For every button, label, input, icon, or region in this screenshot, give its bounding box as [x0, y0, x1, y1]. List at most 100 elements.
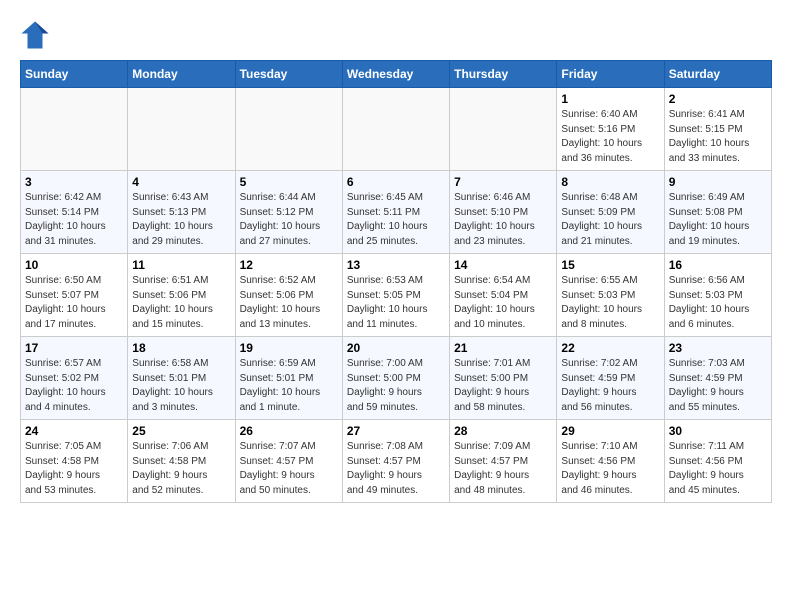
- day-info: Sunrise: 7:10 AM Sunset: 4:56 PM Dayligh…: [561, 440, 659, 498]
- day-info: Sunrise: 6:54 AM Sunset: 5:04 PM Dayligh…: [454, 274, 552, 332]
- calendar-cell: 15 Sunrise: 6:55 AM Sunset: 5:03 PM Dayli…: [557, 254, 664, 337]
- day-number: 2: [669, 92, 767, 106]
- calendar-cell: 30Sunrise: 7:11 AM Sunset: 4:56 PM Dayli…: [664, 420, 771, 503]
- calendar-cell: [235, 88, 342, 171]
- day-info: Sunrise: 6:46 AM Sunset: 5:10 PM Dayligh…: [454, 191, 552, 249]
- day-info: Sunrise: 6:50 AM Sunset: 5:07 PM Dayligh…: [25, 274, 123, 332]
- calendar-cell: [128, 88, 235, 171]
- calendar-cell: 4 Sunrise: 6:43 AM Sunset: 5:13 PM Daylig…: [128, 171, 235, 254]
- logo-icon: [20, 20, 50, 50]
- calendar-cell: 6 Sunrise: 6:45 AM Sunset: 5:11 PM Daylig…: [342, 171, 449, 254]
- calendar-cell: 28 Sunrise: 7:09 AM Sunset: 4:57 PM Dayli…: [450, 420, 557, 503]
- day-number: 8: [561, 175, 659, 189]
- calendar-cell: 20Sunrise: 7:00 AM Sunset: 5:00 PM Dayli…: [342, 337, 449, 420]
- day-info: Sunrise: 6:48 AM Sunset: 5:09 PM Dayligh…: [561, 191, 659, 249]
- day-info: Sunrise: 6:40 AM Sunset: 5:16 PM Dayligh…: [561, 108, 659, 166]
- calendar-cell: 2 Sunrise: 6:41 AM Sunset: 5:15 PM Daylig…: [664, 88, 771, 171]
- day-number: 14: [454, 258, 552, 272]
- logo: [20, 20, 54, 50]
- day-number: 16: [669, 258, 767, 272]
- calendar-cell: 21 Sunrise: 7:01 AM Sunset: 5:00 PM Dayli…: [450, 337, 557, 420]
- calendar-week-row: 3 Sunrise: 6:42 AM Sunset: 5:14 PM Daylig…: [21, 171, 772, 254]
- calendar-cell: 17 Sunrise: 6:57 AM Sunset: 5:02 PM Dayli…: [21, 337, 128, 420]
- day-number: 22: [561, 341, 659, 355]
- weekday-header-monday: Monday: [128, 61, 235, 88]
- weekday-header-row: SundayMondayTuesdayWednesdayThursdayFrid…: [21, 61, 772, 88]
- day-number: 11: [132, 258, 230, 272]
- day-number: 18: [132, 341, 230, 355]
- day-info: Sunrise: 6:58 AM Sunset: 5:01 PM Dayligh…: [132, 357, 230, 415]
- day-info: Sunrise: 7:01 AM Sunset: 5:00 PM Dayligh…: [454, 357, 552, 415]
- day-number: 17: [25, 341, 123, 355]
- calendar-cell: 12 Sunrise: 6:52 AM Sunset: 5:06 PM Dayli…: [235, 254, 342, 337]
- day-number: 12: [240, 258, 338, 272]
- calendar-cell: 23 Sunrise: 7:03 AM Sunset: 4:59 PM Dayli…: [664, 337, 771, 420]
- calendar-cell: 13 Sunrise: 6:53 AM Sunset: 5:05 PM Dayli…: [342, 254, 449, 337]
- day-info: Sunrise: 6:53 AM Sunset: 5:05 PM Dayligh…: [347, 274, 445, 332]
- day-info: Sunrise: 6:41 AM Sunset: 5:15 PM Dayligh…: [669, 108, 767, 166]
- calendar-table: SundayMondayTuesdayWednesdayThursdayFrid…: [20, 60, 772, 503]
- calendar-cell: 7 Sunrise: 6:46 AM Sunset: 5:10 PM Daylig…: [450, 171, 557, 254]
- weekday-header-sunday: Sunday: [21, 61, 128, 88]
- day-number: 7: [454, 175, 552, 189]
- day-info: Sunrise: 6:44 AM Sunset: 5:12 PM Dayligh…: [240, 191, 338, 249]
- calendar-cell: 10Sunrise: 6:50 AM Sunset: 5:07 PM Dayli…: [21, 254, 128, 337]
- day-number: 24: [25, 424, 123, 438]
- day-info: Sunrise: 7:00 AM Sunset: 5:00 PM Dayligh…: [347, 357, 445, 415]
- header: [20, 20, 772, 50]
- weekday-header-friday: Friday: [557, 61, 664, 88]
- calendar-cell: 3 Sunrise: 6:42 AM Sunset: 5:14 PM Daylig…: [21, 171, 128, 254]
- calendar-week-row: 17 Sunrise: 6:57 AM Sunset: 5:02 PM Dayli…: [21, 337, 772, 420]
- calendar-cell: [450, 88, 557, 171]
- calendar-cell: 11Sunrise: 6:51 AM Sunset: 5:06 PM Dayli…: [128, 254, 235, 337]
- day-info: Sunrise: 7:02 AM Sunset: 4:59 PM Dayligh…: [561, 357, 659, 415]
- calendar-cell: 18 Sunrise: 6:58 AM Sunset: 5:01 PM Dayli…: [128, 337, 235, 420]
- day-number: 29: [561, 424, 659, 438]
- day-number: 23: [669, 341, 767, 355]
- day-info: Sunrise: 7:11 AM Sunset: 4:56 PM Dayligh…: [669, 440, 767, 498]
- day-info: Sunrise: 6:45 AM Sunset: 5:11 PM Dayligh…: [347, 191, 445, 249]
- calendar-cell: 19 Sunrise: 6:59 AM Sunset: 5:01 PM Dayli…: [235, 337, 342, 420]
- day-info: Sunrise: 7:05 AM Sunset: 4:58 PM Dayligh…: [25, 440, 123, 498]
- calendar-cell: 22 Sunrise: 7:02 AM Sunset: 4:59 PM Dayli…: [557, 337, 664, 420]
- day-number: 6: [347, 175, 445, 189]
- calendar-cell: 16 Sunrise: 6:56 AM Sunset: 5:03 PM Dayli…: [664, 254, 771, 337]
- day-number: 26: [240, 424, 338, 438]
- day-info: Sunrise: 6:55 AM Sunset: 5:03 PM Dayligh…: [561, 274, 659, 332]
- day-number: 5: [240, 175, 338, 189]
- day-info: Sunrise: 7:03 AM Sunset: 4:59 PM Dayligh…: [669, 357, 767, 415]
- day-info: Sunrise: 6:52 AM Sunset: 5:06 PM Dayligh…: [240, 274, 338, 332]
- calendar-week-row: 1 Sunrise: 6:40 AM Sunset: 5:16 PM Daylig…: [21, 88, 772, 171]
- day-info: Sunrise: 7:08 AM Sunset: 4:57 PM Dayligh…: [347, 440, 445, 498]
- day-info: Sunrise: 6:57 AM Sunset: 5:02 PM Dayligh…: [25, 357, 123, 415]
- day-number: 25: [132, 424, 230, 438]
- calendar-cell: 26 Sunrise: 7:07 AM Sunset: 4:57 PM Dayli…: [235, 420, 342, 503]
- day-info: Sunrise: 6:56 AM Sunset: 5:03 PM Dayligh…: [669, 274, 767, 332]
- calendar-cell: 25 Sunrise: 7:06 AM Sunset: 4:58 PM Dayli…: [128, 420, 235, 503]
- day-info: Sunrise: 6:59 AM Sunset: 5:01 PM Dayligh…: [240, 357, 338, 415]
- day-number: 27: [347, 424, 445, 438]
- day-number: 1: [561, 92, 659, 106]
- calendar-cell: 27 Sunrise: 7:08 AM Sunset: 4:57 PM Dayli…: [342, 420, 449, 503]
- day-number: 4: [132, 175, 230, 189]
- calendar-week-row: 10Sunrise: 6:50 AM Sunset: 5:07 PM Dayli…: [21, 254, 772, 337]
- day-number: 3: [25, 175, 123, 189]
- calendar-cell: 1 Sunrise: 6:40 AM Sunset: 5:16 PM Daylig…: [557, 88, 664, 171]
- day-number: 15: [561, 258, 659, 272]
- day-info: Sunrise: 6:43 AM Sunset: 5:13 PM Dayligh…: [132, 191, 230, 249]
- calendar-cell: 8 Sunrise: 6:48 AM Sunset: 5:09 PM Daylig…: [557, 171, 664, 254]
- day-info: Sunrise: 7:07 AM Sunset: 4:57 PM Dayligh…: [240, 440, 338, 498]
- calendar-cell: [342, 88, 449, 171]
- day-number: 19: [240, 341, 338, 355]
- day-number: 21: [454, 341, 552, 355]
- day-number: 9: [669, 175, 767, 189]
- day-number: 13: [347, 258, 445, 272]
- calendar-cell: 29 Sunrise: 7:10 AM Sunset: 4:56 PM Dayli…: [557, 420, 664, 503]
- calendar-cell: 9Sunrise: 6:49 AM Sunset: 5:08 PM Daylig…: [664, 171, 771, 254]
- day-info: Sunrise: 7:06 AM Sunset: 4:58 PM Dayligh…: [132, 440, 230, 498]
- weekday-header-thursday: Thursday: [450, 61, 557, 88]
- day-info: Sunrise: 6:42 AM Sunset: 5:14 PM Dayligh…: [25, 191, 123, 249]
- day-info: Sunrise: 7:09 AM Sunset: 4:57 PM Dayligh…: [454, 440, 552, 498]
- day-number: 28: [454, 424, 552, 438]
- weekday-header-wednesday: Wednesday: [342, 61, 449, 88]
